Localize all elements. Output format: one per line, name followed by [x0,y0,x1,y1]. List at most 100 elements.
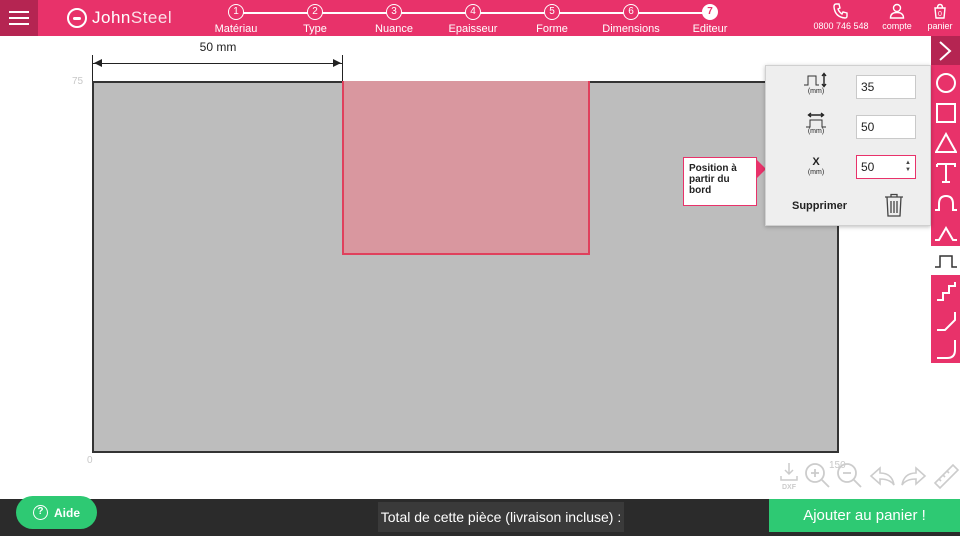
step-label: Matériau [214,23,258,35]
dimension-label: 50 mm [199,40,237,54]
unit-label: (mm) [807,169,825,176]
tool-arc[interactable] [931,188,960,217]
tool-rect-notch[interactable] [931,246,960,275]
notch-properties-popover: (mm) (mm) X (mm) ▲▼ Supprimer [765,65,931,226]
circle-icon [936,73,956,93]
zoom-out-icon[interactable] [836,462,862,490]
cart-count: 0 [938,11,942,18]
step-number-active: 7 [702,4,718,20]
step-label: Nuance [375,23,413,35]
step-type[interactable]: 2 Type [275,4,355,35]
account-label: compte [882,21,912,31]
rect-notch-icon [935,255,957,268]
step-label: Type [303,23,327,35]
phone-icon [833,3,848,19]
progress-steps: 1 Matériau 2 Type 3 Nuance 4 Epaisseur 5… [214,4,734,35]
logo-text-steel: Steel [130,8,173,27]
dimension-arrow-left-icon [94,59,102,67]
tool-chamfer[interactable] [931,306,960,335]
position-tooltip: Position à partir du bord [683,157,757,206]
axis-origin-label: 0 [87,455,93,466]
menu-button[interactable] [0,0,38,36]
total-price: Total de cette pièce (livraison incluse)… [378,502,624,532]
help-label: Aide [53,505,80,520]
chamfer-icon [937,312,956,331]
cart-link[interactable]: 0 panier [924,3,956,31]
chevron-right-icon [939,41,952,61]
add-to-cart-button[interactable]: Ajouter au panier ! [769,499,960,532]
notch-width-input[interactable] [856,115,916,139]
unit-label: (mm) [807,128,825,135]
arc-icon [935,194,957,211]
hamburger-bar [9,23,29,25]
step-number: 5 [544,4,560,20]
tool-triangle[interactable] [931,128,960,157]
x-position-stepper[interactable]: ▲ ▼ [905,160,911,174]
phone-link[interactable]: 0800 746 548 [812,3,870,31]
square-icon [936,103,956,123]
notch-depth-icon [804,72,827,88]
notch-width-icon [806,112,826,128]
trash-icon [885,193,903,217]
step-number: 6 [623,4,639,20]
x-position-row: X (mm) ▲▼ [766,152,932,186]
tool-square[interactable] [931,98,960,127]
x-position-icon: X [812,156,820,168]
step-number: 4 [465,4,481,20]
tool-step[interactable] [931,276,960,305]
text-icon [936,163,956,183]
step-number: 2 [307,4,323,20]
step-epaisseur[interactable]: 4 Epaisseur [433,4,513,35]
step-forme[interactable]: 5 Forme [512,4,592,35]
delete-label[interactable]: Supprimer [792,200,847,212]
step-label: Forme [536,23,568,35]
delete-button[interactable] [884,193,904,222]
axis-y-top-label: 75 [72,76,84,87]
tool-text[interactable] [931,158,960,187]
step-materiau[interactable]: 1 Matériau [196,4,276,35]
notch-depth-row: (mm) [766,72,932,106]
johnsteel-logo[interactable]: JohnSteel [67,7,172,29]
tool-v-notch[interactable] [931,218,960,247]
x-position-field-icon: X (mm) [798,156,834,176]
hamburger-bar [9,17,29,19]
measure-ruler-icon[interactable] [932,462,960,490]
step-number: 3 [386,4,402,20]
logo-text-john: John [92,8,131,27]
cart-label: panier [927,21,953,31]
undo-icon[interactable] [868,462,896,490]
zoom-in-icon[interactable] [804,462,830,490]
unit-label: (mm) [807,88,825,95]
cart-icon: 0 [934,3,946,19]
notch-width-row: (mm) [766,112,932,146]
total-label: Total de cette pièce (livraison incluse)… [380,509,622,525]
step-dimensions[interactable]: 6 Dimensions [591,4,671,35]
help-button[interactable]: ? Aide [16,496,97,529]
rounded-corner-icon [937,340,956,359]
dimension-arrow-right-icon [333,59,341,67]
dimension-tick-left [92,55,93,81]
step-nuance[interactable]: 3 Nuance [354,4,434,35]
mustache-logo-icon [67,8,87,28]
notch-depth-input[interactable] [856,75,916,99]
top-header: JohnSteel 1 Matériau 2 Type 3 Nuance 4 E… [0,0,960,36]
rectangular-notch-selected[interactable] [342,81,590,255]
dxf-download-icon[interactable]: DXF [778,462,800,490]
step-label: Dimensions [602,23,660,35]
logo-text: JohnSteel [92,8,172,28]
step-editeur[interactable]: 7 Editeur [670,4,750,35]
redo-icon[interactable] [900,462,928,490]
hamburger-menu-icon [9,11,29,13]
step-label: Epaisseur [448,23,498,35]
collapse-palette-button[interactable] [931,36,960,65]
svg-text:DXF: DXF [782,484,797,490]
notch-width-field-icon: (mm) [798,112,834,135]
tool-circle[interactable] [931,68,960,97]
v-notch-icon [935,226,957,241]
account-link[interactable]: compte [880,3,914,31]
triangle-icon [935,132,957,153]
notch-depth-field-icon: (mm) [798,72,834,95]
phone-number: 0800 746 548 [813,21,869,31]
question-icon: ? [32,505,48,520]
tool-rounded-corner[interactable] [931,334,960,363]
